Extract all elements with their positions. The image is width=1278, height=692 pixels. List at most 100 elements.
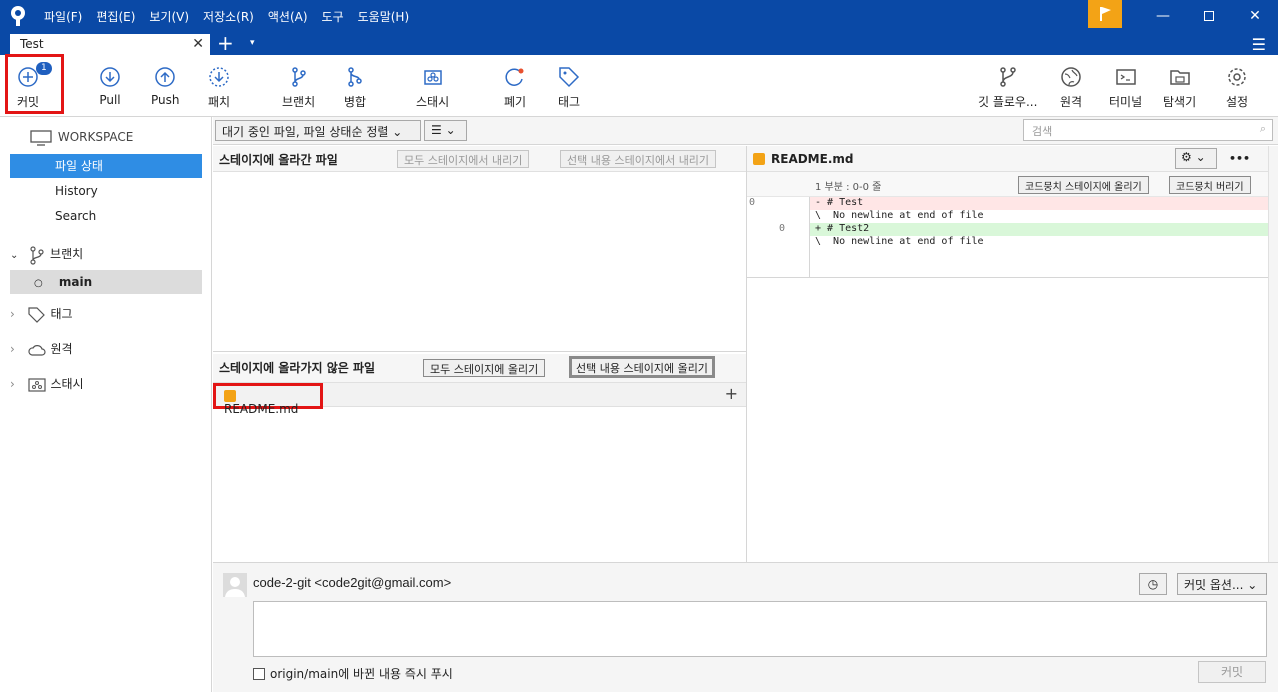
hunk-label: 1 부분 : 0-0 줄 (815, 182, 882, 193)
branch-icon (30, 245, 44, 265)
toolbar: 커밋 Pull Push 패치 브랜치 병합 스태시 폐기 태그 깃 플로우..… (0, 55, 1278, 117)
view-dropdown[interactable]: ☰ ⌄ (424, 120, 467, 141)
patch-icon (209, 67, 229, 87)
stash-icon (423, 70, 442, 85)
cloud-icon (28, 344, 46, 356)
minimize-button[interactable]: — (1140, 0, 1186, 32)
search-placeholder: 검색 (1032, 125, 1053, 138)
unstage-all-button[interactable]: 모두 스테이지에서 내리기 (397, 150, 530, 168)
sidebar-section-tags[interactable]: › 태그 (10, 302, 202, 326)
sidebar-section-branches[interactable]: ⌄ 브랜치 (10, 242, 202, 266)
stage-all-button[interactable]: 모두 스테이지에 올리기 (423, 359, 546, 377)
chevron-down-icon: ⌄ (1195, 150, 1206, 164)
diff-settings-dropdown[interactable]: ⚙ ⌄ (1175, 148, 1217, 169)
history-button[interactable]: ◷ (1139, 573, 1167, 595)
push-immediately-checkbox[interactable]: origin/main에 바뀐 내용 즉시 푸시 (253, 665, 453, 682)
menu-help[interactable]: 도움말(H) (358, 8, 410, 25)
main-label: main (58, 275, 93, 289)
chevron-right-icon: › (10, 307, 15, 321)
sidebar-item-search[interactable]: Search (10, 204, 202, 228)
diff-scrollbar[interactable] (1268, 146, 1278, 562)
commit-area: code-2-git <code2git@gmail.com> ◷ 커밋 옵션.… (213, 562, 1278, 692)
stash-button[interactable]: 스태시 (416, 65, 449, 110)
sidebar-section-remotes[interactable]: › 원격 (10, 337, 202, 361)
settings-button[interactable]: 설정 (1225, 65, 1249, 110)
filter-bar: 대기 중인 파일, 파일 상태순 정렬 ⌄ ☰ ⌄ 검색 ⌕ (213, 117, 1278, 145)
staged-files-header: 스테이지에 올라간 파일 모두 스테이지에서 내리기 선택 내용 스테이지에서 … (213, 146, 746, 172)
checkbox-icon[interactable] (253, 667, 265, 680)
search-input[interactable]: 검색 ⌕ (1023, 119, 1273, 141)
unstage-selected-button[interactable]: 선택 내용 스테이지에서 내리기 (560, 150, 717, 168)
commit-submit-button[interactable]: 커밋 (1198, 661, 1266, 683)
diff-hunk: 1 부분 : 0-0 줄 코드뭉치 스테이지에 올리기 코드뭉치 버리기 0 -… (747, 172, 1278, 278)
explorer-label: 탐색기 (1163, 95, 1197, 109)
stage-hunk-button[interactable]: 코드뭉치 스테이지에 올리기 (1018, 176, 1149, 194)
add-file-icon[interactable]: + (725, 384, 738, 403)
menu-bar: 파일(F) 편집(E) 보기(V) 저장소(R) 액션(A) 도구 도움말(H) (44, 8, 409, 25)
sort-label: 대기 중인 파일, 파일 상태순 정렬 (222, 125, 389, 139)
terminal-icon (1115, 69, 1136, 85)
tab-test[interactable]: Test ✕ (10, 34, 210, 55)
diff-file-name: README.md (771, 152, 854, 166)
explorer-button[interactable]: 탐색기 (1163, 65, 1196, 110)
menu-tools[interactable]: 도구 (322, 8, 344, 25)
menu-repository[interactable]: 저장소(R) (203, 8, 254, 25)
commit-message-input[interactable] (253, 601, 1267, 657)
sidebar-item-main[interactable]: ○ main (10, 270, 202, 294)
history-label: History (55, 184, 98, 198)
sort-dropdown[interactable]: 대기 중인 파일, 파일 상태순 정렬 ⌄ (215, 120, 421, 141)
modified-icon (753, 153, 765, 165)
remote-button[interactable]: 원격 (1059, 65, 1083, 110)
commit-author: code-2-git <code2git@gmail.com> (253, 575, 452, 590)
add-tab-icon[interactable]: + (217, 32, 234, 54)
diff-header: README.md ⚙ ⌄ ••• (747, 146, 1278, 172)
terminal-button[interactable]: 터미널 (1109, 65, 1142, 110)
gear-icon: ⚙ (1181, 150, 1192, 164)
flag-button[interactable] (1088, 0, 1122, 28)
tag-label: 태그 (557, 95, 581, 109)
menu-edit[interactable]: 편집(E) (96, 8, 135, 25)
diff-line: 0 + # Test2 (747, 223, 1278, 236)
close-window-button[interactable]: ✕ (1232, 0, 1278, 32)
push-button[interactable]: Push (151, 65, 180, 107)
file-panel: 대기 중인 파일, 파일 상태순 정렬 ⌄ ☰ ⌄ 검색 ⌕ 스테이지에 올라간… (213, 117, 1278, 562)
push-label: Push (151, 93, 180, 107)
commit-options-dropdown[interactable]: 커밋 옵션... ⌄ (1177, 573, 1267, 595)
branch-button[interactable]: 브랜치 (282, 65, 315, 110)
pull-button[interactable]: Pull (98, 65, 122, 107)
tab-dropdown-icon[interactable]: ▾ (250, 38, 255, 48)
tab-label: Test (20, 37, 44, 51)
flag-icon (1100, 7, 1111, 21)
line-text: \ No newline at end of file (815, 236, 984, 247)
more-icon[interactable]: ••• (1229, 152, 1250, 165)
discard-hunk-button[interactable]: 코드뭉치 버리기 (1169, 176, 1251, 194)
gitflow-button[interactable]: 깃 플로우... (978, 65, 1037, 110)
line-text: - # Test (815, 197, 864, 208)
commit-badge: 1 (36, 62, 52, 75)
tab-bar: Test ✕ + ▾ ☰ (0, 32, 1278, 55)
list-item[interactable]: README.md + (213, 383, 746, 416)
merge-icon (348, 67, 362, 87)
tab-close-icon[interactable]: ✕ (192, 36, 204, 52)
maximize-icon (1204, 11, 1214, 21)
discard-label: 폐기 (503, 95, 527, 109)
commit-highlight-box (5, 54, 64, 114)
maximize-button[interactable] (1186, 0, 1232, 32)
minimize-icon: — (1156, 8, 1170, 24)
menu-view[interactable]: 보기(V) (149, 8, 189, 25)
stage-selected-button[interactable]: 선택 내용 스테이지에 올리기 (569, 356, 715, 378)
unstaged-file-readme[interactable]: README.md (213, 383, 323, 416)
menu-actions[interactable]: 액션(A) (268, 8, 308, 25)
menu-file[interactable]: 파일(F) (44, 8, 82, 25)
tag-button[interactable]: 태그 (557, 65, 581, 110)
sidebar-section-stashes[interactable]: › 스태시 (10, 372, 202, 396)
hamburger-icon[interactable]: ☰ (1252, 35, 1266, 54)
discard-button[interactable]: 폐기 (503, 65, 527, 110)
pull-icon (100, 67, 120, 87)
sidebar-item-file-status[interactable]: 파일 상태 (10, 154, 202, 178)
diff-line: \ No newline at end of file (747, 236, 1278, 249)
sidebar-item-history[interactable]: History (10, 179, 202, 203)
merge-button[interactable]: 병합 (343, 65, 367, 110)
patch-button[interactable]: 패치 (207, 65, 231, 110)
tag-icon (559, 67, 580, 88)
